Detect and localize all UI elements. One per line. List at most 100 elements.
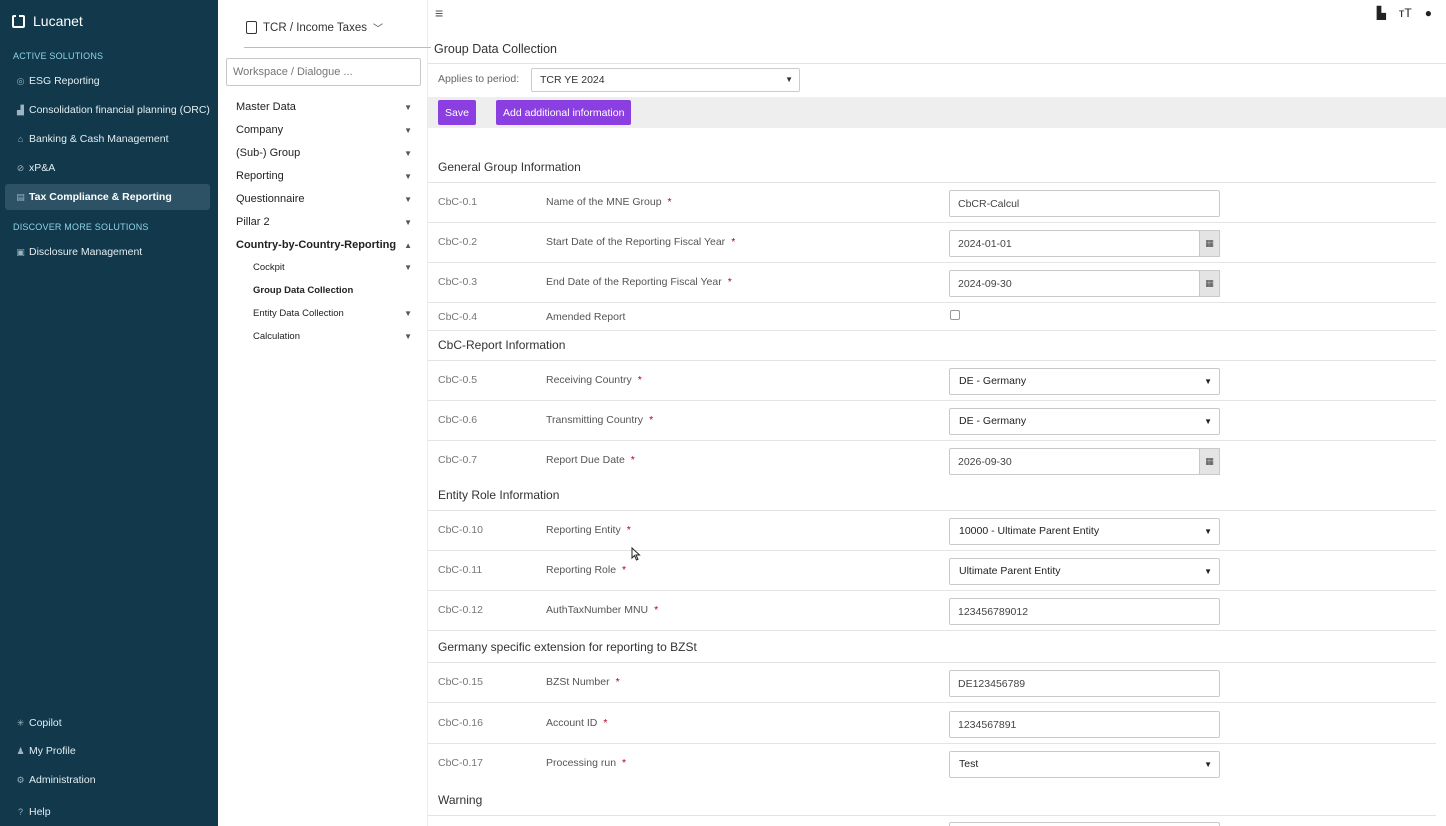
start-date-input[interactable]: 2024-01-01 [949,230,1200,257]
chevron-down-icon: ▼ [404,102,412,112]
workspace-navigation: TCR / Income Taxes ﹀ Master Data ▼ Compan… [218,0,431,826]
form-row-cbc-0-15: CbC-0.15 BZSt Number * DE123456789 [428,663,1436,703]
field-label-text: Report Due Date [546,454,625,466]
divider [428,63,1446,64]
nav-item-my-profile[interactable]: ♟ My Profile [5,738,210,764]
calendar-icon[interactable]: ▦ [1199,448,1220,475]
nav-item-banking[interactable]: ⌂ Banking & Cash Management [5,126,210,152]
save-button[interactable]: Save [438,100,476,125]
nav-item-label: xP&A [29,162,56,174]
required-marker: * [622,757,627,769]
sparkle-icon: ✳ [16,717,25,728]
user-account-icon[interactable]: ● [1425,6,1432,20]
calendar-icon[interactable]: ▦ [1199,270,1220,297]
nav-item-label: Tax Compliance & Reporting [29,191,172,203]
excel-export-icon[interactable]: ▙ [1377,6,1386,20]
required-marker: * [654,604,659,616]
menu-item-questionnaire[interactable]: Questionnaire ▼ [236,188,412,210]
report-due-date-input[interactable]: 2026-09-30 [949,448,1200,475]
processing-run-select[interactable]: Test ▼ [949,751,1220,778]
calendar-icon[interactable]: ▦ [1199,230,1220,257]
required-marker: * [626,524,631,536]
chevron-down-icon: ▼ [404,308,412,318]
end-date-input[interactable]: 2024-09-30 [949,270,1200,297]
chevron-down-icon: ▼ [404,125,412,135]
form-row-cbc-0-12: CbC-0.12 AuthTaxNumber MNU * 123456789012 [428,591,1436,631]
field-label-text: Processing run [546,757,617,769]
field-label-text: Start Date of the Reporting Fiscal Year [546,236,726,248]
chevron-down-icon: ▼ [404,217,412,227]
submenu-item-entity-data-collection[interactable]: Entity Data Collection ▼ [253,303,412,323]
workspace-search-input[interactable] [226,58,421,86]
menu-item-pillar-2[interactable]: Pillar 2 ▼ [236,211,412,233]
nav-item-label: ESG Reporting [29,75,100,87]
required-marker: * [731,236,736,248]
submenu-item-cockpit[interactable]: Cockpit ▼ [253,257,412,277]
menu-item-master-data[interactable]: Master Data ▼ [236,96,412,118]
form-row-cbc-0-10: CbC-0.10 Reporting Entity * 10000 - Ultim… [428,511,1436,551]
account-id-input[interactable]: 1234567891 [949,711,1220,738]
submenu-item-calculation[interactable]: Calculation ▼ [253,326,412,346]
nav-item-label: Help [29,806,51,818]
form-row-cbc-0-16: CbC-0.16 Account ID * 1234567891 [428,704,1436,744]
period-select[interactable]: TCR YE 2024 ▼ [531,68,800,92]
form-row-cbc-0-2: CbC-0.2 Start Date of the Reporting Fisc… [428,223,1436,263]
warning-input[interactable] [949,822,1220,826]
menu-item-label: Pillar 2 [236,216,270,228]
lucanet-logo[interactable]: Lucanet [12,13,83,29]
auth-tax-number-input[interactable]: 123456789012 [949,598,1220,625]
transmitting-country-select[interactable]: DE - Germany ▼ [949,408,1220,435]
field-label: AuthTaxNumber MNU * [546,604,658,616]
required-marker: * [615,676,620,688]
add-additional-information-button[interactable]: Add additional information [496,100,632,125]
required-marker: * [603,717,608,729]
form-row-cbc-0-11: CbC-0.11 Reporting Role * Ultimate Parent… [428,551,1436,591]
nav-item-consolidation[interactable]: ▟ Consolidation financial planning (ORC) [5,97,210,123]
mouse-cursor-icon [631,547,641,561]
nav-item-disclosure[interactable]: ▣ Disclosure Management [5,239,210,265]
hamburger-menu-icon[interactable]: ≡ [435,5,443,21]
nav-item-help[interactable]: ? Help [5,799,210,825]
required-marker: * [727,276,732,288]
menu-item-cbcr[interactable]: Country-by-Country-Reporting ▲ [236,234,412,256]
submenu-item-group-data-collection[interactable]: Group Data Collection [253,280,412,300]
select-value: DE - Germany [959,415,1027,427]
amended-report-checkbox[interactable] [950,310,960,320]
field-code: CbC-0.10 [438,524,483,536]
submenu-item-label: Group Data Collection [253,284,354,296]
menu-item-reporting[interactable]: Reporting ▼ [236,165,412,187]
period-label: Applies to period: [438,73,520,85]
field-label-text: Amended Report [546,311,626,323]
reporting-entity-select[interactable]: 10000 - Ultimate Parent Entity ▼ [949,518,1220,545]
workspace-selector[interactable]: TCR / Income Taxes ﹀ [246,20,383,35]
mne-group-name-input[interactable]: CbCR-Calcul [949,190,1220,217]
main-navigation: Lucanet ACTIVE SOLUTIONS ◎ ESG Reporting … [0,0,218,826]
discover-solutions-heading: DISCOVER MORE SOLUTIONS [13,222,149,232]
dropdown-arrow-icon: ▼ [1204,417,1212,426]
receiving-country-select[interactable]: DE - Germany ▼ [949,368,1220,395]
nav-item-label: Banking & Cash Management [29,133,169,145]
menu-item-company[interactable]: Company ▼ [236,119,412,141]
required-marker: * [622,564,627,576]
field-label-text: Name of the MNE Group [546,196,662,208]
form-row-cbc-0-6: CbC-0.6 Transmitting Country * DE - Germa… [428,401,1436,441]
field-label-text: End Date of the Reporting Fiscal Year [546,276,722,288]
field-code: CbC-0.11 [438,564,483,576]
required-marker: * [649,414,654,426]
brand-name: Lucanet [33,13,83,29]
divider [428,815,1436,816]
field-label: Account ID * [546,717,607,729]
reporting-role-select[interactable]: Ultimate Parent Entity ▼ [949,558,1220,585]
text-size-icon[interactable]: ᴛT [1399,6,1412,20]
chevron-down-icon: ▼ [404,171,412,181]
field-label: Reporting Role * [546,564,626,576]
nav-item-administration[interactable]: ⚙ Administration [5,767,210,793]
nav-item-copilot[interactable]: ✳ Copilot [5,710,210,736]
field-label: Amended Report [546,311,625,323]
nav-item-xpa[interactable]: ⊘ xP&A [5,155,210,181]
bzst-number-input[interactable]: DE123456789 [949,670,1220,697]
dropdown-arrow-icon: ▼ [785,75,793,84]
nav-item-tax-compliance[interactable]: ▤ Tax Compliance & Reporting [5,184,210,210]
nav-item-esg-reporting[interactable]: ◎ ESG Reporting [5,68,210,94]
menu-item-sub-group[interactable]: (Sub-) Group ▼ [236,142,412,164]
